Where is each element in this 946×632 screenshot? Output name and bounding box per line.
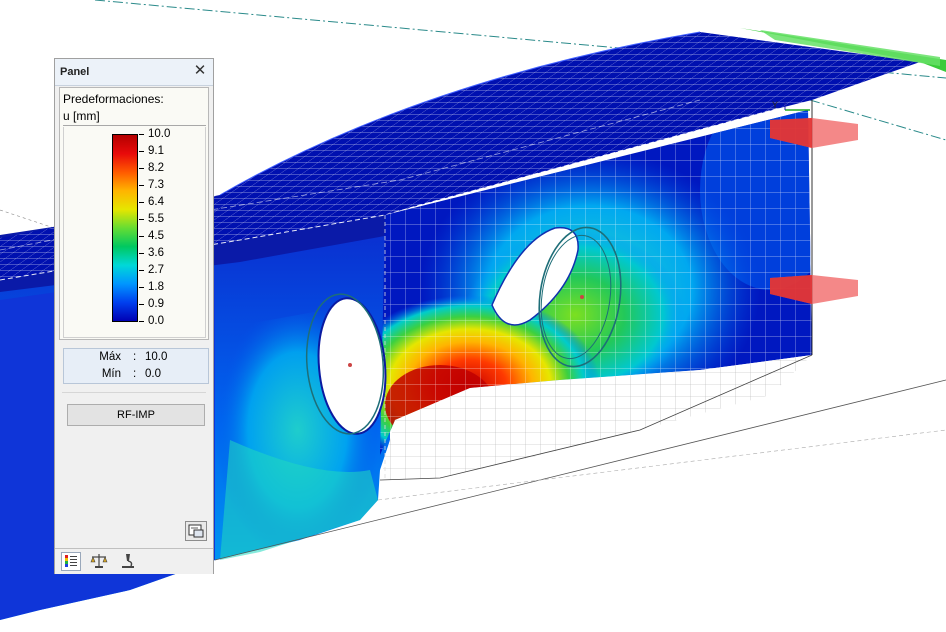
legend-value-0: 10.0 (148, 128, 171, 140)
legend-tick (139, 168, 144, 169)
legend-content: Predeformaciones: u [mm] 10.0 9.1 8.2 7.… (59, 87, 209, 340)
close-icon[interactable]: ✕ (193, 63, 207, 79)
legend-tick (139, 202, 144, 203)
tab-color-scale[interactable] (61, 552, 81, 571)
legend-value-5: 5.5 (148, 213, 164, 225)
legend-tick (139, 236, 144, 237)
print-icon (188, 524, 204, 538)
legend-value-6: 4.5 (148, 230, 164, 242)
legend-value-10: 0.9 (148, 298, 164, 310)
legend-panel: Panel ✕ Predeformaciones: u [mm] 10.0 9.… (54, 58, 214, 574)
divider (63, 125, 206, 126)
legend-value-3: 7.3 (148, 179, 164, 191)
legend-tick (139, 219, 144, 220)
color-scale-bar (112, 134, 138, 322)
panel-tab-bar (55, 548, 213, 574)
legend-tick (139, 151, 144, 152)
rf-imp-button[interactable]: RF-IMP (67, 404, 205, 426)
quantity-label: Predeformaciones: (63, 92, 164, 106)
min-value: 0.0 (145, 368, 161, 380)
legend-tick (139, 304, 144, 305)
max-value: 10.0 (145, 351, 168, 363)
panel-title: Panel (60, 66, 90, 78)
balance-scale-icon (90, 554, 108, 568)
unit-label: u [mm] (63, 109, 100, 123)
legend-value-11: 0.0 (148, 315, 164, 327)
min-row: Mín : 0.0 (64, 368, 208, 384)
legend-tick (139, 287, 144, 288)
max-row: Máx : 10.0 (64, 351, 208, 367)
svg-text:Y: Y (772, 100, 778, 110)
microscope-icon (122, 554, 134, 568)
color-scale-icon (65, 555, 77, 567)
legend-value-8: 2.7 (148, 264, 164, 276)
max-label: Máx (99, 351, 121, 363)
legend-value-7: 3.6 (148, 247, 164, 259)
legend-tick (139, 270, 144, 271)
tab-balance[interactable] (89, 552, 109, 571)
legend-tick (139, 253, 144, 254)
panel-titlebar[interactable]: Panel ✕ (55, 59, 213, 86)
legend-value-9: 1.8 (148, 281, 164, 293)
min-label: Mín (101, 368, 121, 380)
divider (62, 392, 206, 393)
legend-value-4: 6.4 (148, 196, 164, 208)
legend-tick (139, 321, 144, 322)
legend-tick (139, 134, 144, 135)
colon: : (133, 351, 137, 363)
legend-value-1: 9.1 (148, 145, 164, 157)
legend-tick (139, 185, 144, 186)
extremes-box: Máx : 10.0 Mín : 0.0 (63, 348, 209, 384)
tab-microscope[interactable] (119, 552, 139, 571)
print-button[interactable] (185, 521, 207, 541)
legend-value-2: 8.2 (148, 162, 164, 174)
colon: : (133, 368, 137, 380)
